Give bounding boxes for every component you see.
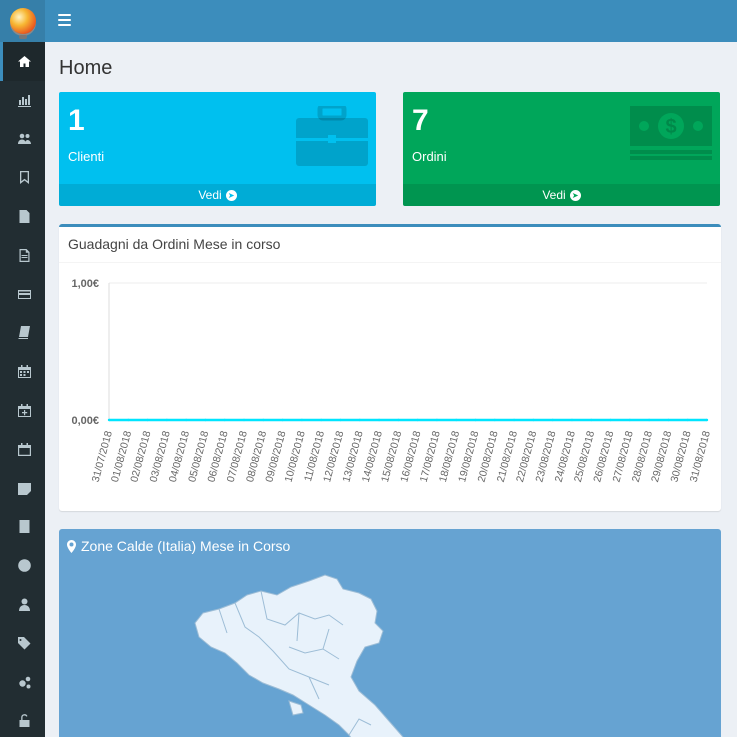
data-point <box>551 418 554 422</box>
sidebar-item-1[interactable] <box>0 81 45 120</box>
clients-count: 1 <box>68 104 85 137</box>
data-point <box>667 418 670 422</box>
orders-box: 7 Ordini $ Vedi ➤ <box>403 92 720 206</box>
address-book-icon <box>19 520 29 534</box>
data-point <box>358 418 361 422</box>
data-point <box>628 418 632 422</box>
orders-count: 7 <box>412 104 429 137</box>
calendar-outline-icon <box>17 442 31 456</box>
sidebar <box>0 0 45 737</box>
sidebar-item-13[interactable] <box>0 546 45 585</box>
data-point <box>397 418 400 422</box>
data-point <box>146 418 149 422</box>
data-point <box>590 418 593 422</box>
arrow-circle-right-icon: ➤ <box>569 189 581 201</box>
logo[interactable] <box>0 0 45 42</box>
calendar-plus-icon <box>17 404 31 418</box>
data-point <box>107 418 111 422</box>
data-point <box>705 418 709 422</box>
file-text-outline-icon <box>19 248 29 262</box>
cogs-icon <box>18 676 30 689</box>
data-point <box>455 418 458 422</box>
sidebar-item-6[interactable] <box>0 275 45 314</box>
home-icon <box>17 55 31 67</box>
data-point <box>242 418 246 422</box>
data-point <box>281 418 284 422</box>
top-navbar <box>45 0 737 42</box>
data-point <box>474 418 477 422</box>
sticky-note-icon <box>17 482 31 495</box>
sidebar-item-17[interactable] <box>0 702 45 737</box>
data-point <box>493 418 497 422</box>
sidebar-item-14[interactable] <box>0 585 45 624</box>
sidebar-item-15[interactable] <box>0 624 45 663</box>
page-title: Home <box>59 57 113 79</box>
y-tick-label: 1,00€ <box>71 278 99 290</box>
data-point <box>416 418 419 422</box>
data-point <box>165 418 169 422</box>
data-point <box>377 418 381 422</box>
y-tick-label: 0,00€ <box>71 415 99 427</box>
data-point <box>262 418 265 422</box>
data-point <box>339 418 342 422</box>
data-point <box>300 418 304 422</box>
bar-chart-icon <box>17 94 31 107</box>
book-icon <box>18 326 30 340</box>
file-text-icon <box>19 210 29 224</box>
money-icon: $ <box>630 106 712 165</box>
sidebar-item-8[interactable] <box>0 352 45 391</box>
sidebar-item-5[interactable] <box>0 236 45 275</box>
sidebar-menu <box>0 42 45 737</box>
earnings-chart: 1,00€0,00€31/07/201801/08/201802/08/2018… <box>71 278 712 484</box>
clients-box: 1 Clienti Vedi ➤ <box>59 92 376 206</box>
globe-icon <box>17 559 31 573</box>
orders-view-link[interactable]: Vedi ➤ <box>403 184 720 206</box>
sidebar-item-0[interactable] <box>0 42 45 81</box>
data-point <box>319 418 323 422</box>
briefcase-icon <box>296 103 368 173</box>
clients-view-link[interactable]: Vedi ➤ <box>59 184 376 206</box>
sidebar-item-2[interactable] <box>0 120 45 159</box>
users-icon <box>17 134 31 145</box>
tags-icon <box>17 636 30 650</box>
credit-card-icon <box>17 289 31 299</box>
data-point <box>223 418 226 422</box>
main-content: Home 1 Clienti Vedi ➤ 7 Ordini $ Vedi ➤ … <box>45 42 737 737</box>
sidebar-item-12[interactable] <box>0 508 45 547</box>
sidebar-item-16[interactable] <box>0 663 45 702</box>
data-point <box>127 418 130 422</box>
sidebar-item-11[interactable] <box>0 469 45 508</box>
earnings-title: Guadagni da Ordini Mese in corso <box>59 227 721 263</box>
arrow-circle-right-icon: ➤ <box>225 189 237 201</box>
sidebar-item-10[interactable] <box>0 430 45 469</box>
menu-toggle-icon[interactable] <box>58 14 71 26</box>
data-point <box>609 418 612 422</box>
bookmark-icon <box>19 171 29 185</box>
italy-map[interactable] <box>59 529 721 737</box>
earnings-panel: Guadagni da Ordini Mese in corso 1,00€ 0,… <box>59 224 721 511</box>
orders-label: Ordini <box>412 149 447 164</box>
data-point <box>686 418 689 422</box>
data-point <box>204 418 207 422</box>
calendar-icon <box>17 365 31 379</box>
orders-view-label: Vedi <box>542 188 566 202</box>
map-panel: Zone Calde (Italia) Mese in Corso <box>59 529 721 737</box>
sidebar-item-4[interactable] <box>0 197 45 236</box>
data-point <box>532 418 535 422</box>
data-point <box>435 418 439 422</box>
clients-view-label: Vedi <box>198 188 222 202</box>
data-point <box>512 418 516 422</box>
data-point <box>647 418 651 422</box>
svg-text:$: $ <box>665 116 676 138</box>
user-icon <box>18 598 30 612</box>
clients-label: Clienti <box>68 149 105 164</box>
data-point <box>184 418 188 422</box>
unlock-icon <box>19 714 29 728</box>
sidebar-item-3[interactable] <box>0 158 45 197</box>
sidebar-item-7[interactable] <box>0 314 45 353</box>
logo-icon <box>9 8 36 39</box>
data-point <box>570 418 574 422</box>
sidebar-item-9[interactable] <box>0 391 45 430</box>
